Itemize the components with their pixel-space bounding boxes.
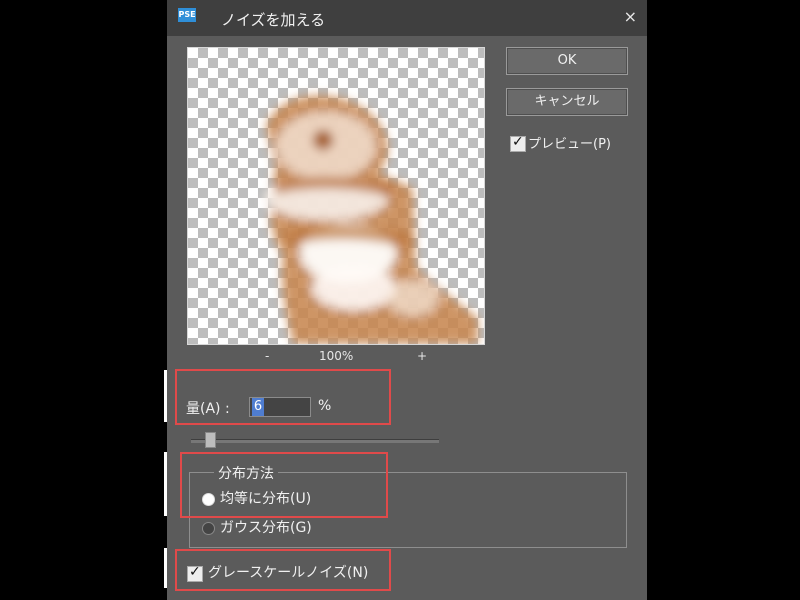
uniform-distribution-label: 均等に分布(U) [220,491,312,507]
app-icon: PSE [178,8,196,22]
gaussian-distribution-radio[interactable] [202,522,215,535]
close-icon[interactable]: × [624,7,637,26]
amount-label: 量(A) : [186,401,230,417]
distribution-highlight-box [180,452,388,518]
zoom-controls: - 100% + [187,349,483,365]
zoom-level: 100% [319,349,354,363]
preview-canvas[interactable] [187,47,485,345]
ok-button[interactable]: OK [506,47,628,75]
distribution-title: 分布方法 [214,463,278,483]
amount-unit: % [318,398,332,414]
zoom-out-button[interactable]: - [265,349,269,363]
preview-label: プレビュー(P) [528,137,611,152]
uniform-distribution-radio[interactable] [202,493,215,506]
amount-value: 6 [252,398,264,416]
noise-preview-image [264,95,478,344]
gaussian-distribution-label: ガウス分布(G) [220,520,312,536]
add-noise-dialog: PSE ノイズを加える × - 100% + OK キャンセル ✓ プレビュー(… [167,0,647,600]
cancel-button[interactable]: キャンセル [506,88,628,116]
preview-checkbox[interactable] [510,134,526,152]
amount-slider-thumb[interactable] [205,432,216,448]
grayscale-noise-label: グレースケールノイズ(N) [208,565,369,581]
zoom-in-button[interactable]: + [417,349,427,363]
amount-input[interactable]: 6 [249,397,311,417]
amount-slider-track[interactable] [191,439,439,443]
grayscale-noise-checkbox[interactable] [187,564,203,582]
title-bar: PSE ノイズを加える × [167,0,647,36]
dialog-title: ノイズを加える [221,11,326,29]
